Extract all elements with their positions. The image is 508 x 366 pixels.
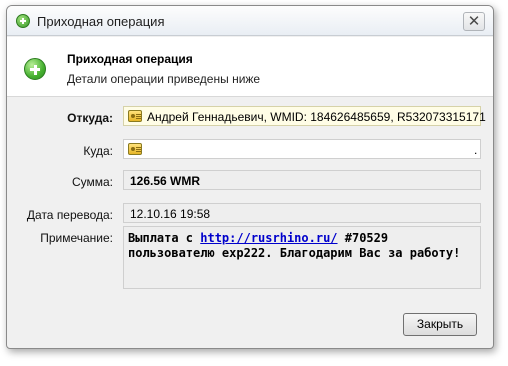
date-field[interactable]: 12.10.16 19:58 [123, 203, 481, 223]
note-text: Выплата с http://rusrhino.ru/ #70529 пол… [128, 231, 478, 261]
from-label: Откуда: [67, 111, 113, 125]
title-bar: Приходная операция ✕ [7, 6, 493, 36]
header-title: Приходная операция [67, 52, 193, 66]
note-prefix: Выплата с [128, 231, 201, 245]
wm-purse-icon [128, 143, 142, 155]
to-field[interactable]: . [123, 139, 481, 159]
note-link[interactable]: http://rusrhino.ru/ [200, 231, 337, 245]
wm-passport-icon [128, 110, 142, 122]
amount-field[interactable]: 126.56 WMR [123, 170, 481, 190]
header-subtitle: Детали операции приведены ниже [67, 72, 261, 86]
note-field[interactable]: Выплата с http://rusrhino.ru/ #70529 пол… [123, 226, 481, 289]
from-value: Андрей Геннадьевич, WMID: 184626485659, … [147, 110, 486, 124]
amount-label: Сумма: [71, 175, 113, 189]
to-label: Куда: [83, 144, 113, 158]
window-close-button[interactable]: ✕ [463, 12, 485, 31]
plus-circle-icon [16, 14, 30, 28]
to-value: . [474, 143, 478, 157]
window-title: Приходная операция [37, 14, 165, 29]
dialog-header: Приходная операция Детали операции приве… [7, 37, 493, 97]
plus-circle-icon [24, 58, 46, 80]
from-field[interactable]: Андрей Геннадьевич, WMID: 184626485659, … [123, 106, 486, 126]
date-label: Дата перевода: [26, 208, 113, 222]
amount-value: 126.56 WMR [130, 174, 201, 188]
note-label: Примечание: [40, 231, 113, 245]
date-value: 12.10.16 19:58 [130, 207, 211, 221]
close-button[interactable]: Закрыть [403, 313, 477, 336]
operation-dialog: Приходная операция ✕ Приходная операция … [6, 5, 494, 349]
